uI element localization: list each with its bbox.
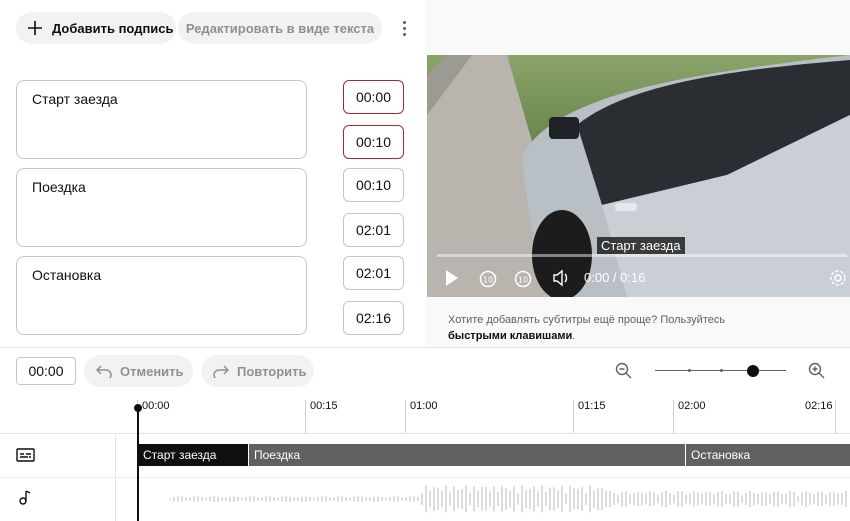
ruler-label: 00:15 <box>310 400 338 412</box>
ruler-label: 01:15 <box>578 400 606 412</box>
ruler-tick <box>305 400 306 433</box>
undo-button[interactable]: Отменить <box>84 355 193 387</box>
volume-icon[interactable] <box>552 269 570 287</box>
shortcuts-hint: Хотите добавлять субтитры ещё проще? Пол… <box>448 312 828 344</box>
ruler-tick <box>673 400 674 433</box>
video-player[interactable]: Старт заезда 10 10 0:00 / 0:16 <box>427 55 850 297</box>
caption-start-time[interactable]: 00:00 <box>343 80 404 114</box>
shortcuts-link[interactable]: быстрыми клавишами <box>448 330 572 342</box>
redo-icon <box>213 365 229 378</box>
time-readout: 0:00 / 0:16 <box>584 270 646 285</box>
add-caption-button[interactable]: Добавить подпись <box>16 12 176 44</box>
caption-text: Остановка <box>32 267 102 283</box>
ruler-baseline <box>0 433 850 434</box>
zoom-out-icon[interactable] <box>615 362 632 379</box>
track-row-divider <box>0 477 850 478</box>
audio-track-icon <box>19 490 31 505</box>
ruler-label: 00:00 <box>142 400 170 412</box>
edit-as-text-button[interactable]: Редактировать в виде текста <box>178 12 382 44</box>
slider-step <box>688 369 691 372</box>
hint-text: Хотите добавлять субтитры ещё проще? Пол… <box>448 314 726 326</box>
audio-waveform <box>170 485 847 513</box>
forward-10-icon[interactable]: 10 <box>513 269 533 289</box>
ruler-label: 01:00 <box>410 400 438 412</box>
plus-icon <box>28 21 42 35</box>
caption-text-field[interactable]: Поездка <box>16 168 307 247</box>
ruler-label: 02:16 <box>805 400 833 412</box>
undo-label: Отменить <box>120 363 184 379</box>
slider-step <box>720 369 723 372</box>
video-progress-bar[interactable] <box>437 254 847 257</box>
subtitle-editor: Добавить подпись Редактировать в виде те… <box>0 0 850 521</box>
hint-end: . <box>572 330 576 342</box>
caption-text-field[interactable]: Старт заезда <box>16 80 307 159</box>
video-caption-overlay: Старт заезда <box>597 237 685 254</box>
video-frame <box>427 55 850 297</box>
rewind-10-icon[interactable]: 10 <box>478 269 498 289</box>
redo-button[interactable]: Повторить <box>201 355 314 387</box>
subtitles-track-icon <box>16 448 35 462</box>
current-time-field[interactable]: 00:00 <box>16 357 76 385</box>
panel-divider <box>0 347 850 348</box>
timeline-segment[interactable]: Старт заезда <box>138 444 248 466</box>
add-caption-label: Добавить подпись <box>52 20 174 36</box>
svg-text:10: 10 <box>518 276 528 285</box>
player-controls: 10 10 0:00 / 0:16 <box>427 265 850 293</box>
caption-text: Старт заезда <box>32 91 118 107</box>
timeline-segment[interactable]: Поездка <box>249 444 685 466</box>
timeline-segment[interactable]: Остановка <box>686 444 850 466</box>
undo-icon <box>96 365 112 378</box>
caption-end-time[interactable]: 02:01 <box>343 213 404 247</box>
play-icon[interactable] <box>445 269 459 287</box>
caption-text: Поездка <box>32 179 86 195</box>
more-options-icon[interactable] <box>392 14 416 42</box>
ruler-label: 02:00 <box>678 400 706 412</box>
playhead-handle[interactable] <box>134 404 142 412</box>
ruler-tick <box>405 400 406 433</box>
caption-start-time[interactable]: 00:10 <box>343 168 404 202</box>
zoom-slider-thumb[interactable] <box>747 365 759 377</box>
ruler-tick <box>835 400 836 433</box>
edit-as-text-label: Редактировать в виде текста <box>185 20 375 36</box>
caption-end-time[interactable]: 02:16 <box>343 301 404 335</box>
svg-text:10: 10 <box>483 276 493 285</box>
playhead[interactable] <box>137 408 139 521</box>
caption-start-time[interactable]: 02:01 <box>343 256 404 290</box>
caption-end-time[interactable]: 00:10 <box>343 125 404 159</box>
zoom-in-icon[interactable] <box>808 362 825 379</box>
ruler-tick <box>573 400 574 433</box>
caption-text-field[interactable]: Остановка <box>16 256 307 335</box>
redo-label: Повторить <box>237 363 307 379</box>
settings-gear-icon[interactable] <box>829 269 847 287</box>
